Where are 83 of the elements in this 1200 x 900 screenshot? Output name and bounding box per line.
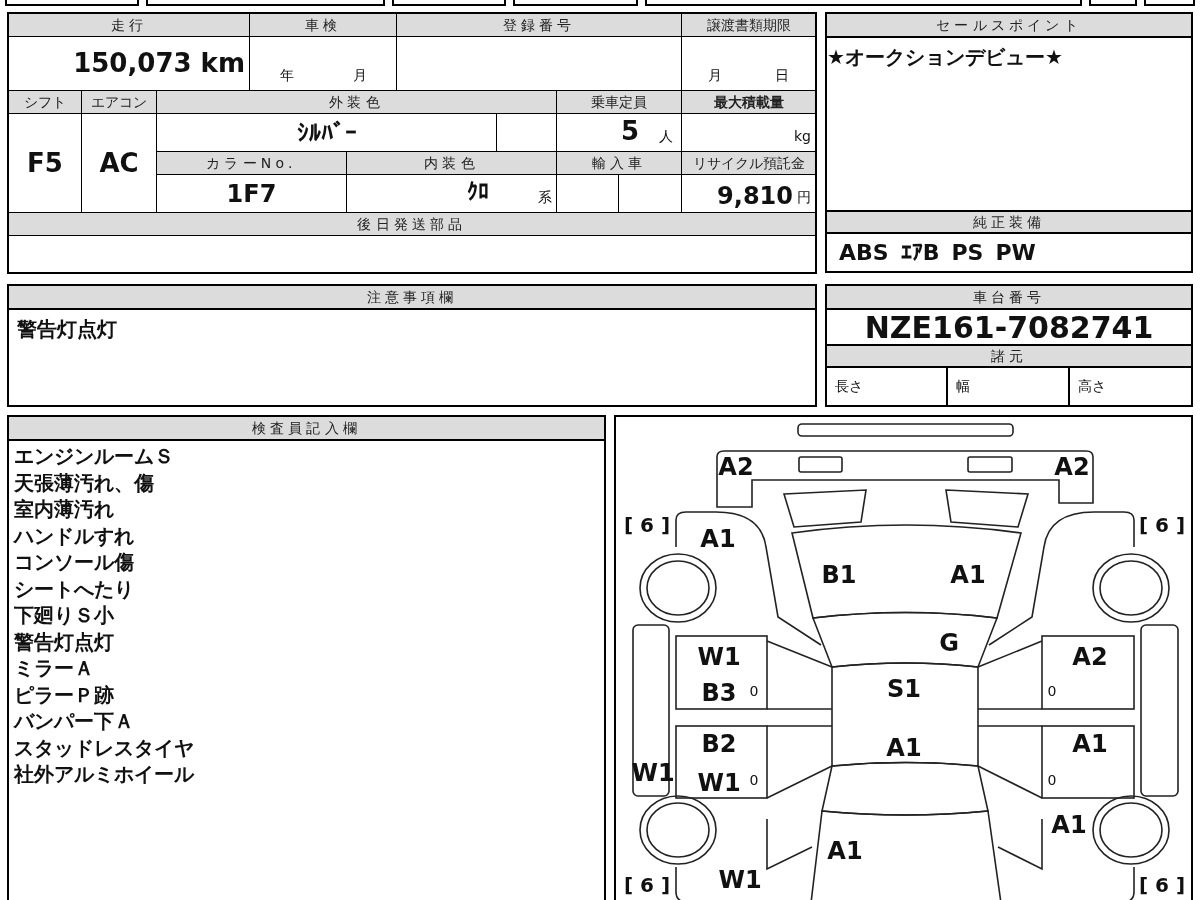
damage-mark: A1 (827, 839, 863, 863)
ac-value: AC (82, 114, 156, 212)
damage-mark: B2 (701, 732, 737, 756)
field-label: 輸入車 (557, 152, 681, 174)
damage-mark: S1 (887, 677, 921, 701)
damage-mark: [ 6 ] (623, 515, 671, 535)
field-label: 後日発送部品 (9, 213, 815, 235)
damage-mark: B3 (701, 681, 737, 705)
damage-mark: G (939, 631, 959, 655)
damage-mark: A1 (700, 527, 736, 551)
equipment-item: PS (951, 239, 984, 267)
field-label: エアコン (82, 91, 156, 113)
inspector-note: シートへたり (14, 575, 135, 602)
inspector-note: 社外アルミホイール (14, 761, 196, 788)
spec-label: 幅 (956, 377, 971, 396)
inspector-note: コンソール傷 (14, 549, 135, 576)
max-load-unit: kg (682, 114, 815, 151)
interior-color-suffix: 系 (538, 188, 552, 207)
exterior-color-value: ｼﾙﾊﾞｰ (157, 114, 496, 151)
field-label: 車台番号 (827, 286, 1191, 310)
damage-mark: A2 (718, 455, 754, 479)
inspector-note: エンジンルームＳ (14, 443, 175, 470)
field-label: 走行 (9, 14, 249, 36)
inspector-note: バンパー下Ａ (14, 708, 135, 735)
damage-mark: W1 (697, 645, 741, 669)
capacity-unit: 人 (659, 127, 673, 146)
inspector-note: ハンドルすれ (14, 522, 135, 549)
damage-mark: [ 6 ] (1138, 515, 1186, 535)
inspector-note: 室内薄汚れ (14, 496, 115, 523)
equipment-item: PW (995, 239, 1036, 267)
notes-text: 警告灯点灯 (16, 316, 118, 343)
damage-mark: A1 (1072, 732, 1108, 756)
field-label: 最大積載量 (682, 91, 815, 113)
inspector-note: スタッドレスタイヤ (14, 734, 195, 761)
inspector-note: 警告灯点灯 (14, 628, 115, 655)
field-label: 譲渡書類期限 (682, 14, 815, 36)
interior-color-value: ｸﾛ (467, 178, 489, 206)
shift-value: F5 (9, 114, 81, 212)
recycle-fee-value: 9,810 (717, 184, 793, 208)
damage-mark: A1 (950, 563, 986, 587)
spec-label: 高さ (1077, 377, 1106, 396)
field-label: 車検 (250, 14, 396, 36)
inspector-note: 下廻りＳ小 (14, 602, 115, 629)
damage-mark: 0 (749, 773, 759, 787)
damage-mark: 0 (749, 684, 759, 698)
yen-unit: 円 (797, 188, 811, 207)
day-unit: 日 (774, 66, 789, 85)
damage-mark: [ 6 ] (1138, 875, 1186, 895)
field-label: 登録番号 (397, 14, 681, 36)
field-label: 諸元 (827, 346, 1191, 368)
field-label: 純正装備 (827, 210, 1191, 234)
inspector-note: ピラーＰ跡 (14, 681, 115, 708)
inspector-note: 天張薄汚れ、傷 (14, 469, 155, 496)
color-number-value: 1F7 (157, 175, 346, 212)
field-label: シフト (9, 91, 81, 113)
field-label: セールスポイント (827, 14, 1191, 38)
year-unit: 年 (279, 66, 294, 85)
damage-mark: W1 (718, 868, 762, 892)
field-label: リサイクル預託金 (682, 152, 815, 174)
field-label: 検査員記入欄 (9, 417, 604, 441)
equipment-item: ｴｱB (900, 239, 940, 267)
damage-mark: [ 6 ] (623, 875, 671, 895)
sales-point-text: ★オークションデビュー★ (827, 44, 1064, 71)
month-unit: 月 (708, 66, 723, 85)
field-label: 注意事項欄 (9, 286, 815, 310)
capacity-value: 5 (620, 115, 639, 148)
equipment-item: ABS (839, 239, 889, 267)
spec-label: 長さ (835, 377, 863, 396)
mileage-value: 150,073 km (9, 37, 249, 90)
field-label: 乗車定員 (557, 91, 681, 113)
inspector-note: ミラーＡ (14, 655, 95, 682)
damage-mark: A1 (886, 736, 922, 760)
field-label: 外装色 (157, 91, 556, 113)
field-label: カラーNo. (157, 152, 346, 174)
damage-mark: A1 (1051, 813, 1087, 837)
damage-mark: 0 (1047, 684, 1057, 698)
field-label: 内装色 (347, 152, 556, 174)
damage-mark: 0 (1047, 773, 1057, 787)
damage-mark: B1 (821, 563, 857, 587)
month-unit: 月 (352, 66, 367, 85)
damage-mark: A2 (1072, 645, 1108, 669)
damage-mark: W1 (697, 771, 741, 795)
damage-mark: A2 (1054, 455, 1090, 479)
